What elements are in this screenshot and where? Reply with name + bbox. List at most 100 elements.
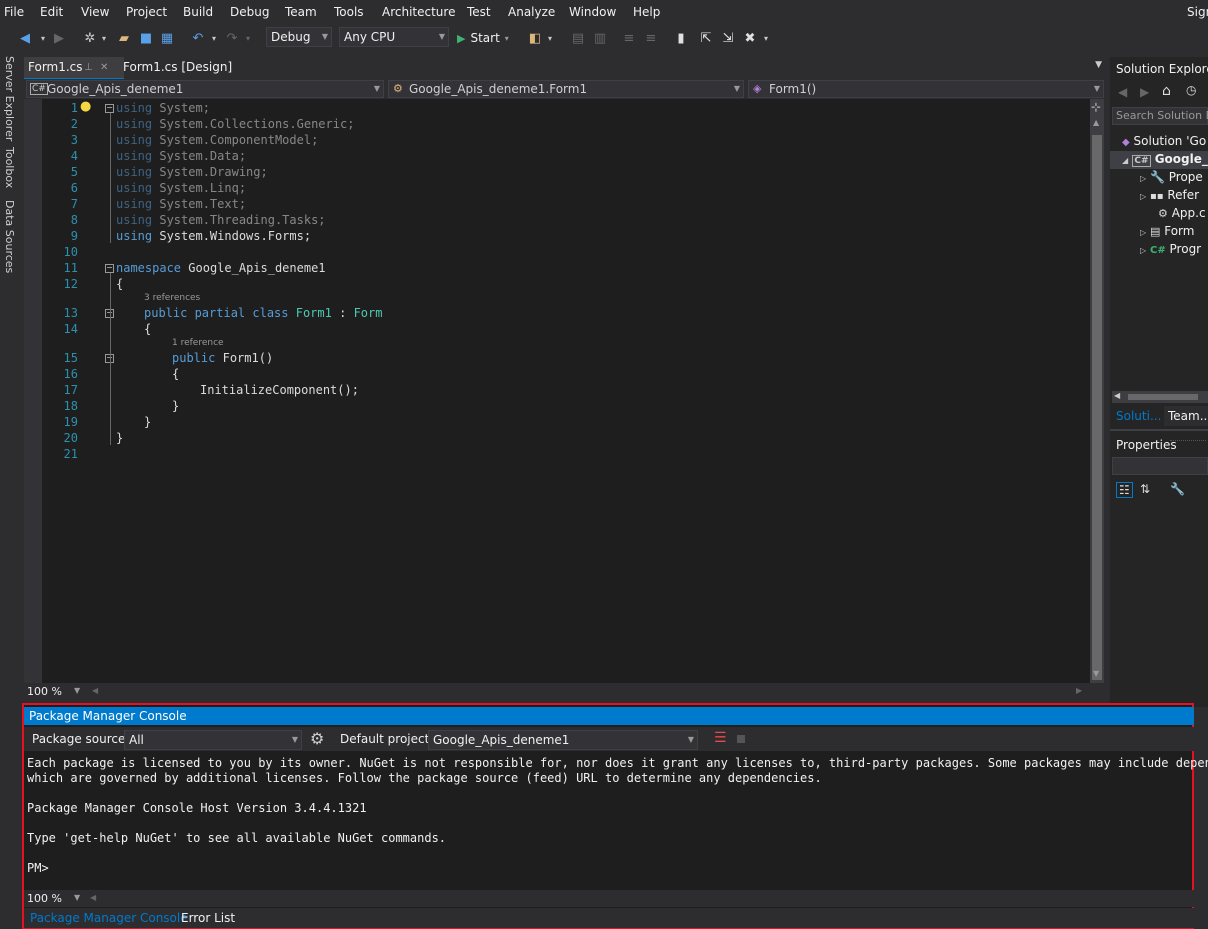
scroll-left-icon[interactable]: ◀ xyxy=(92,686,98,695)
project-node[interactable]: ◢ C# Google_ xyxy=(1122,152,1208,167)
new-dropdown-icon[interactable]: ▾ xyxy=(100,29,108,47)
scroll-down-icon[interactable]: ▼ xyxy=(1093,669,1099,678)
menu-test[interactable]: Test xyxy=(467,5,491,19)
tree-item-form1[interactable]: ▷ ▤ Form xyxy=(1140,224,1194,238)
solution-configuration-select[interactable]: Debug ▼ xyxy=(266,27,332,47)
undo-icon[interactable]: ↶ xyxy=(190,29,206,47)
new-project-icon[interactable]: ✲ xyxy=(82,29,98,47)
split-icon[interactable]: ⊹ xyxy=(1091,100,1101,114)
undo-dropdown-icon[interactable]: ▾ xyxy=(210,29,218,47)
history-icon[interactable]: ◷ xyxy=(1186,83,1196,97)
scrollbar-thumb[interactable] xyxy=(1092,135,1102,680)
save-all-icon[interactable]: ▦ xyxy=(158,29,176,47)
menu-build[interactable]: Build xyxy=(183,5,213,19)
menu-debug[interactable]: Debug xyxy=(230,5,269,19)
collapse-icon[interactable]: − xyxy=(105,104,114,113)
solution-node[interactable]: ◆ Solution 'Go xyxy=(1122,134,1206,148)
properties-object-select[interactable] xyxy=(1112,457,1208,475)
browser-link-icon[interactable]: ◧ xyxy=(526,29,544,47)
tab-form1-cs[interactable]: Form1.cs ⊥ ✕ xyxy=(24,57,124,80)
menu-window[interactable]: Window xyxy=(569,5,616,19)
outdent-icon[interactable]: ≡ xyxy=(644,29,658,47)
uncomment-icon[interactable]: ▥ xyxy=(592,29,608,47)
tree-item-properties[interactable]: ▷ 🔧 Prope xyxy=(1140,170,1203,184)
indicator-margin[interactable] xyxy=(24,99,42,683)
codelens-references[interactable]: 3 references xyxy=(144,293,200,303)
menu-file[interactable]: File xyxy=(4,5,24,19)
browser-link-dropdown-icon[interactable]: ▾ xyxy=(546,29,554,47)
toolbar-overflow-icon[interactable]: ▾ xyxy=(762,29,770,47)
tab-package-manager-console[interactable]: Package Manager Console xyxy=(30,908,188,928)
menu-analyze[interactable]: Analyze xyxy=(508,5,555,19)
zoom-level[interactable]: 100 % xyxy=(27,892,62,905)
menu-help[interactable]: Help xyxy=(633,5,660,19)
zoom-dropdown-icon[interactable]: ▼ xyxy=(74,686,80,695)
class-navigation-select[interactable]: ⚙ Google_Apis_deneme1.Form1 ▼ xyxy=(388,80,744,98)
default-project-select[interactable]: Google_Apis_deneme1 ▼ xyxy=(428,730,698,750)
menu-team[interactable]: Team xyxy=(285,5,317,19)
search-solution-input[interactable]: Search Solution E xyxy=(1112,107,1208,125)
tab-toolbox[interactable]: Toolbox xyxy=(3,147,16,188)
alphabetical-icon[interactable]: ⇅ xyxy=(1140,482,1150,496)
tab-server-explorer[interactable]: Server Explorer xyxy=(3,56,16,141)
comment-icon[interactable]: ▤ xyxy=(570,29,586,47)
zoom-level[interactable]: 100 % xyxy=(27,685,62,698)
namespace-ref: System.Text; xyxy=(159,197,247,211)
next-bookmark-icon[interactable]: ⇲ xyxy=(720,29,736,47)
tree-item-program[interactable]: ▷ C# Progr xyxy=(1140,242,1201,256)
back-icon[interactable]: ◀ xyxy=(16,29,34,47)
forward-icon[interactable]: ▶ xyxy=(1140,85,1149,99)
clear-bookmarks-icon[interactable]: ✖ xyxy=(742,29,758,47)
menu-project[interactable]: Project xyxy=(126,5,167,19)
codelens-references[interactable]: 1 reference xyxy=(172,338,224,348)
settings-gear-icon[interactable]: ⚙ xyxy=(310,729,324,748)
menu-architecture[interactable]: Architecture xyxy=(382,5,455,19)
open-file-icon[interactable]: ▰ xyxy=(116,29,132,47)
previous-bookmark-icon[interactable]: ⇱ xyxy=(698,29,714,47)
package-source-select[interactable]: All ▼ xyxy=(124,730,302,750)
zoom-dropdown-icon[interactable]: ▼ xyxy=(74,893,80,902)
start-button[interactable]: ▶ Start ▾ xyxy=(457,29,509,47)
forward-icon[interactable]: ▶ xyxy=(52,29,66,47)
scrollbar-thumb[interactable] xyxy=(1128,394,1198,400)
tab-data-sources[interactable]: Data Sources xyxy=(3,200,16,273)
scroll-up-icon[interactable]: ▲ xyxy=(1093,118,1099,127)
bookmark-icon[interactable]: ▮ xyxy=(674,29,688,47)
scroll-right-icon[interactable]: ▶ xyxy=(1076,686,1082,695)
tab-team-explorer[interactable]: Team... xyxy=(1164,406,1208,426)
solution-platform-select[interactable]: Any CPU ▼ xyxy=(339,27,449,47)
member-navigation-select[interactable]: ◈ Form1() ▼ xyxy=(748,80,1104,98)
tree-item-app-config[interactable]: ⚙ App.c xyxy=(1158,206,1206,220)
save-icon[interactable]: ■ xyxy=(138,29,154,47)
redo-dropdown-icon[interactable]: ▾ xyxy=(244,29,252,47)
start-dropdown-icon[interactable]: ▾ xyxy=(505,34,509,43)
console-prompt[interactable]: PM> xyxy=(27,861,49,875)
indent-icon[interactable]: ≡ xyxy=(622,29,636,47)
clear-console-icon[interactable]: ☰ xyxy=(714,730,727,746)
stop-command-icon[interactable] xyxy=(737,735,745,743)
scroll-left-icon[interactable]: ◀ xyxy=(1114,391,1120,400)
horizontal-scrollbar[interactable]: ◀ xyxy=(1112,391,1208,403)
property-pages-icon[interactable]: 🔧 xyxy=(1170,482,1185,496)
tab-solution-explorer[interactable]: Soluti... xyxy=(1112,406,1162,426)
close-icon[interactable]: ✕ xyxy=(100,57,108,78)
menu-edit[interactable]: Edit xyxy=(40,5,63,19)
sign-in-link[interactable]: Sign xyxy=(1187,5,1208,19)
project-navigation-select[interactable]: C# Google_Apis_deneme1 ▼ xyxy=(26,80,384,98)
back-icon[interactable]: ◀ xyxy=(1118,85,1127,99)
tree-item-references[interactable]: ▷ ▪▪ Refer xyxy=(1140,188,1199,202)
home-icon[interactable]: ⌂ xyxy=(1162,83,1171,99)
categorized-icon[interactable]: ☷ xyxy=(1116,482,1133,498)
lightbulb-icon[interactable]: ● xyxy=(80,99,91,114)
scroll-left-icon[interactable]: ◀ xyxy=(90,893,96,902)
tab-form1-design[interactable]: Form1.cs [Design] xyxy=(119,57,236,78)
collapsed-icon: ▷ xyxy=(1140,174,1147,183)
collapse-icon[interactable]: − xyxy=(105,264,114,273)
menu-tools[interactable]: Tools xyxy=(334,5,364,19)
back-dropdown-icon[interactable]: ▾ xyxy=(38,29,48,47)
pin-icon[interactable]: ⊥ xyxy=(84,57,93,78)
menu-view[interactable]: View xyxy=(81,5,109,19)
tab-error-list[interactable]: Error List xyxy=(181,908,235,928)
redo-icon[interactable]: ↷ xyxy=(224,29,240,47)
tab-list-dropdown-icon[interactable]: ▼ xyxy=(1095,60,1102,70)
